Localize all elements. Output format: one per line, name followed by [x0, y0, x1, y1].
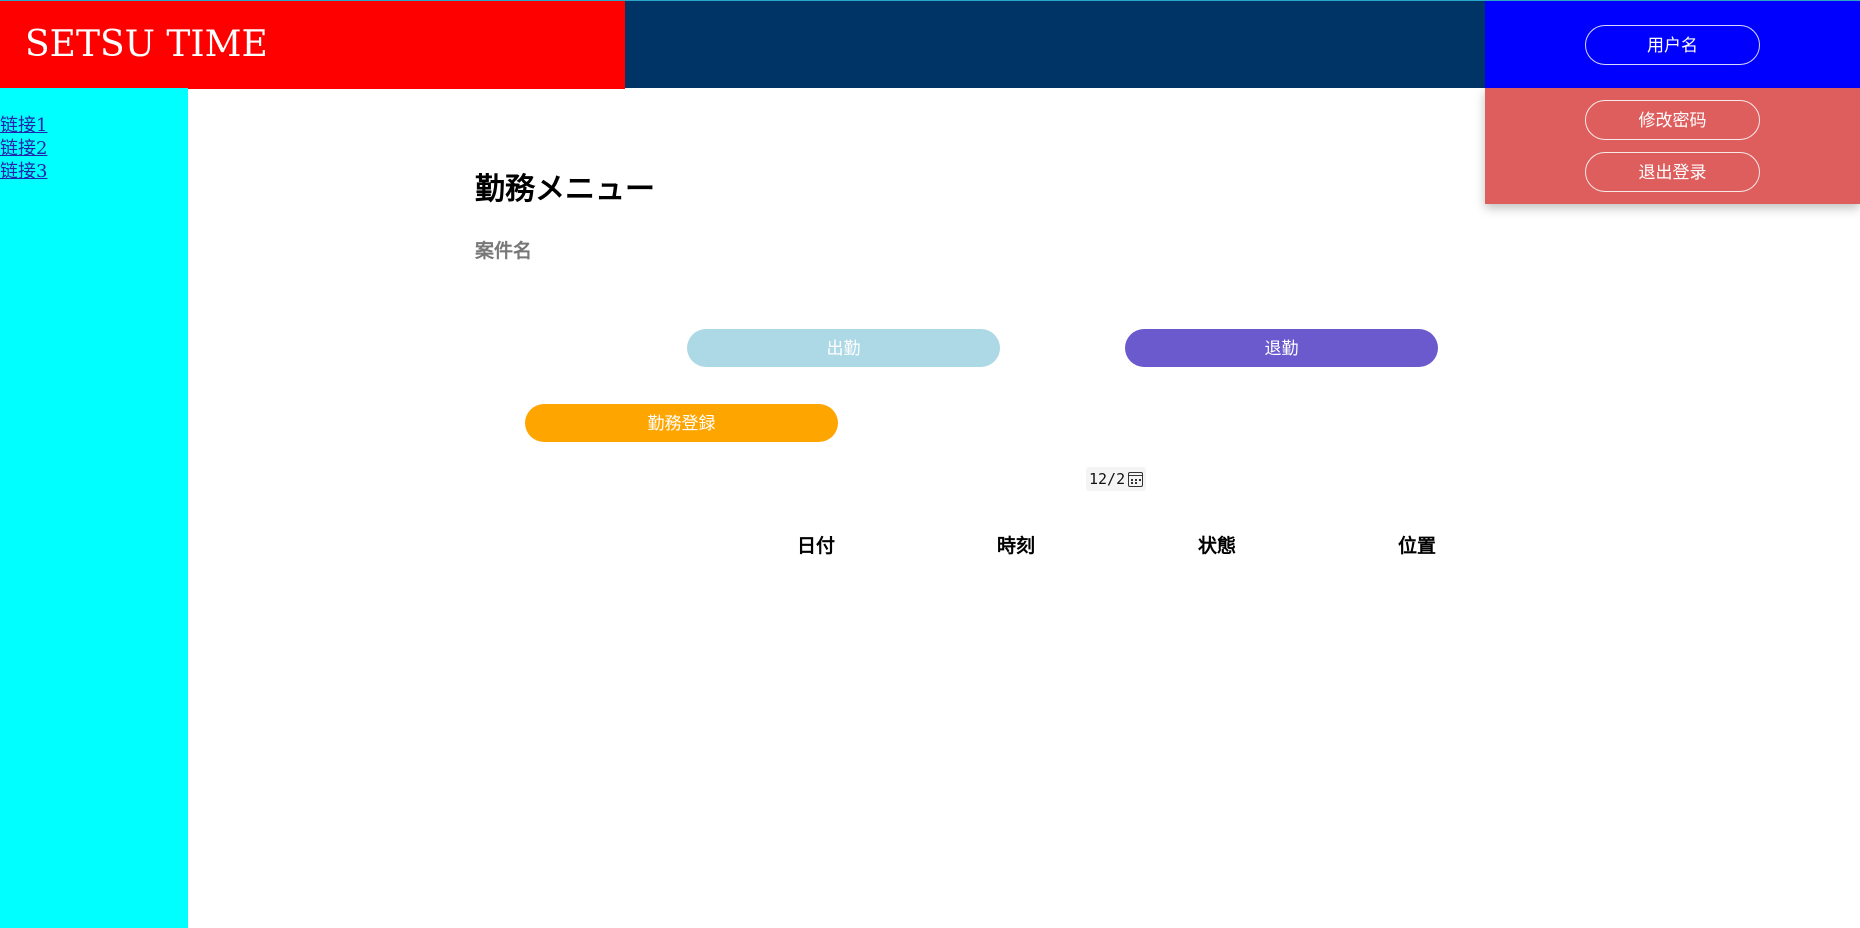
- page-title: 勤務メニュー: [475, 172, 655, 207]
- column-header-date: 日付: [797, 535, 836, 557]
- sidebar-link-1[interactable]: 链接1: [0, 114, 188, 137]
- sidebar: 链接1 链接2 链接3: [0, 88, 188, 928]
- app-header: SETSU TIME 用户名: [0, 0, 1860, 89]
- column-header-location: 位置: [1398, 535, 1437, 557]
- date-value: 12/2: [1089, 470, 1126, 488]
- brand-title: SETSU TIME: [0, 1, 625, 89]
- work-register-button[interactable]: 勤務登録: [525, 404, 838, 442]
- date-picker[interactable]: 12/2: [1086, 467, 1147, 491]
- project-name: 案件名: [475, 240, 533, 262]
- change-password-button[interactable]: 修改密码: [1585, 100, 1760, 140]
- column-header-time: 時刻: [997, 535, 1036, 557]
- logout-button[interactable]: 退出登录: [1585, 152, 1760, 192]
- sidebar-link-2[interactable]: 链接2: [0, 137, 188, 160]
- clock-in-button[interactable]: 出勤: [687, 329, 1000, 367]
- clock-out-button[interactable]: 退勤: [1125, 329, 1438, 367]
- column-header-status: 状態: [1198, 535, 1237, 557]
- user-menu-button[interactable]: 用户名: [1585, 25, 1760, 65]
- user-dropdown-menu: 修改密码 退出登录: [1485, 88, 1860, 204]
- user-area: 用户名: [1485, 1, 1860, 89]
- sidebar-link-3[interactable]: 链接3: [0, 160, 188, 183]
- calendar-icon[interactable]: [1128, 471, 1144, 487]
